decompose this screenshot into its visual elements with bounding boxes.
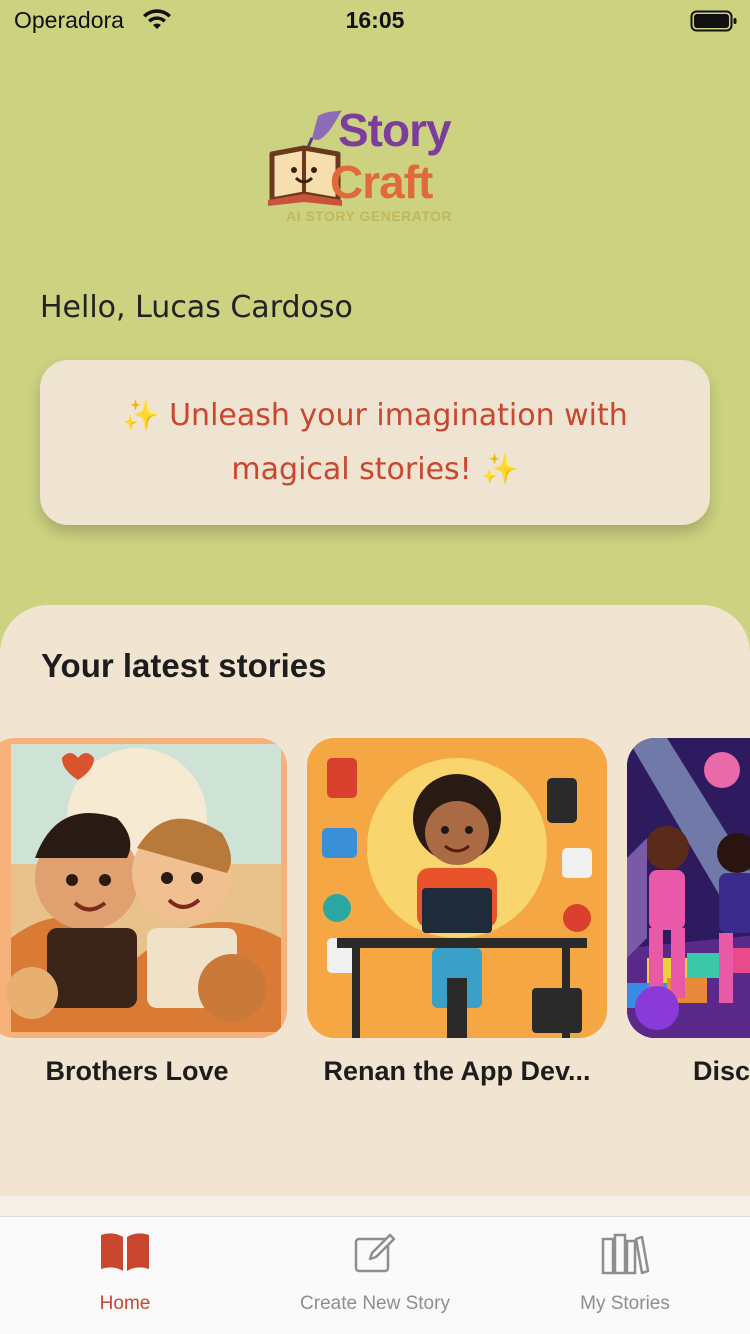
logo-tagline: AI STORY GENERATOR (286, 208, 453, 224)
app-logo: Story Craft AI STORY GENERATOR (262, 78, 482, 233)
tab-home[interactable]: Home (0, 1217, 250, 1334)
section-title: Your latest stories (41, 647, 327, 684)
motivation-banner: ✨ Unleash your imagination with magical … (40, 360, 710, 525)
tab-label: My Stories (580, 1293, 670, 1314)
story-card-disc[interactable]: Disc (627, 738, 750, 1087)
story-card-renan-the-app-dev[interactable]: Renan the App Dev... (307, 738, 607, 1087)
tab-label: Create New Story (300, 1293, 450, 1314)
story-title: Renan the App Dev... (323, 1056, 591, 1086)
clock: 16:05 (345, 7, 405, 33)
story-cover-image (307, 738, 607, 1038)
tab-bar: Home Create New Story My Stories (0, 1216, 750, 1334)
tab-my-stories[interactable]: My Stories (500, 1217, 750, 1334)
banner-text: ✨ Unleash your imagination with magical … (122, 397, 628, 487)
logo-title-story: Story (338, 104, 452, 156)
tab-label: Home (99, 1293, 151, 1314)
story-cover-image (627, 738, 750, 1038)
latest-stories-section: Your latest stories Brothers Love Renan … (0, 605, 750, 1196)
story-title: Brothers Love (45, 1056, 229, 1086)
greeting-text: Hello, Lucas Cardoso (40, 290, 353, 325)
books-icon (500, 1231, 750, 1277)
book-open-icon (0, 1231, 250, 1277)
story-card-brothers-love[interactable]: Brothers Love (0, 738, 287, 1087)
status-bar: Operadora 16:05 (0, 0, 750, 44)
story-cover-image (0, 738, 287, 1038)
content-spacer (0, 1196, 750, 1216)
story-title: Disc (693, 1056, 750, 1086)
logo-title-craft: Craft (330, 156, 433, 208)
edit-icon (250, 1231, 500, 1277)
tab-create-new-story[interactable]: Create New Story (250, 1217, 500, 1334)
battery-icon (690, 9, 738, 37)
